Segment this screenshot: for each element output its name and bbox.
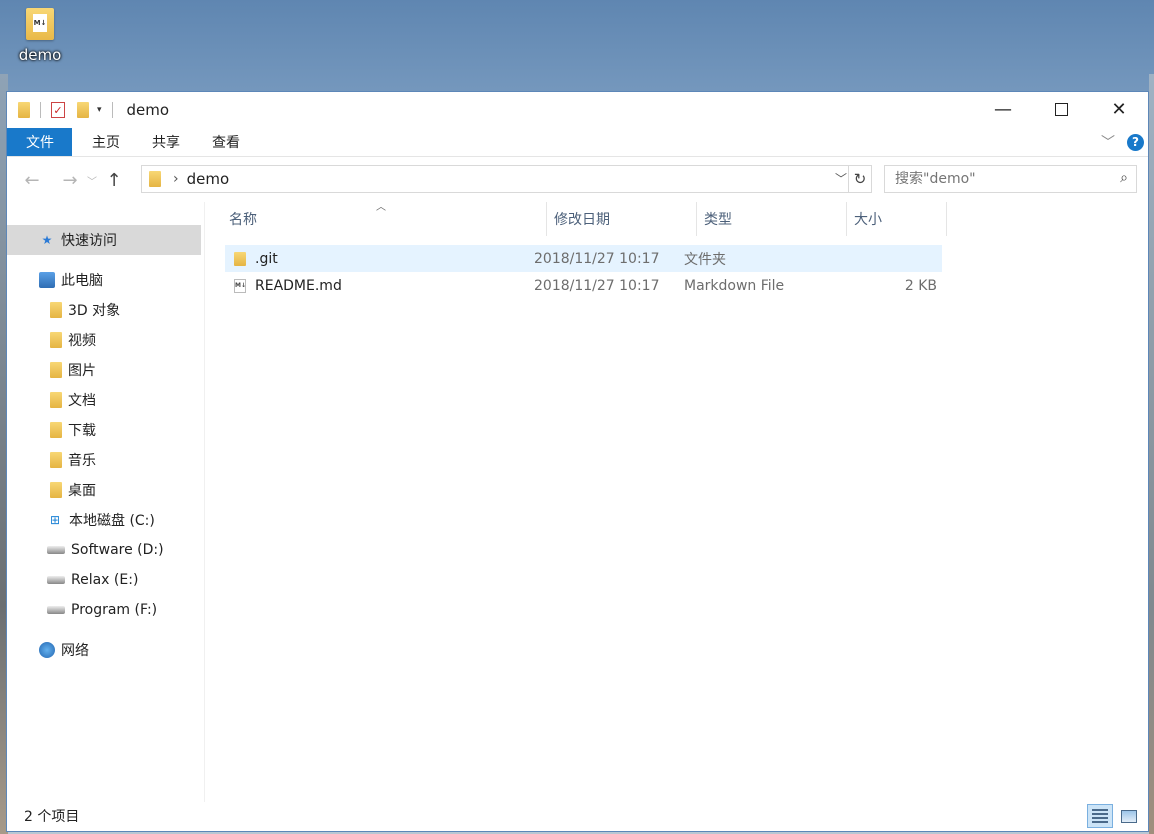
address-history-dropdown-icon[interactable]: ﹀ xyxy=(835,170,847,187)
forward-button[interactable]: → xyxy=(55,170,85,191)
sidebar-item-pictures[interactable]: 图片 xyxy=(50,355,96,385)
customize-toolbar-dropdown-icon[interactable]: ▾ xyxy=(97,105,102,115)
file-size: 2 KB xyxy=(904,277,937,294)
breadcrumb-demo[interactable]: demo xyxy=(187,170,230,188)
pictures-folder-icon xyxy=(50,362,62,378)
sidebar-item-documents[interactable]: 文档 xyxy=(50,385,96,415)
file-row[interactable]: .git 2018/11/27 10:17 文件夹 xyxy=(225,245,942,272)
file-list: ︿ 名称 修改日期 类型 大小 .git 2018/11/27 10:17 文件… xyxy=(205,202,1147,802)
documents-folder-icon xyxy=(50,392,62,408)
tab-share[interactable]: 共享 xyxy=(136,128,196,156)
address-bar[interactable]: › demo ﹀ ↻ xyxy=(141,165,872,193)
column-header-date-modified[interactable]: 修改日期 xyxy=(547,202,697,236)
drive-icon xyxy=(47,576,65,584)
file-name: README.md xyxy=(255,277,342,294)
ribbon-tabs: 文件 主页 共享 查看 ﹀ ? xyxy=(7,128,1148,157)
help-icon[interactable]: ? xyxy=(1127,133,1144,151)
tab-view[interactable]: 查看 xyxy=(196,128,256,156)
new-folder-icon[interactable] xyxy=(77,102,89,118)
music-folder-icon xyxy=(50,452,62,468)
sidebar-item-downloads[interactable]: 下载 xyxy=(50,415,96,445)
folder-icon xyxy=(234,251,246,266)
folder-icon xyxy=(18,102,30,118)
maximize-icon xyxy=(1054,102,1068,116)
view-toggle xyxy=(1087,804,1142,828)
sidebar-item-this-pc[interactable]: 此电脑 xyxy=(39,265,103,295)
markdown-file-icon: M↓ xyxy=(234,278,246,293)
sidebar-item-drive-d[interactable]: Software (D:) xyxy=(47,535,164,565)
search-input[interactable] xyxy=(893,170,1102,188)
maximize-button[interactable] xyxy=(1032,92,1090,126)
sidebar-item-videos[interactable]: 视频 xyxy=(50,325,96,355)
file-modified: 2018/11/27 10:17 xyxy=(534,277,660,294)
file-type: Markdown File xyxy=(684,277,785,294)
3d-objects-folder-icon xyxy=(50,302,62,318)
status-bar: 2 个项目 xyxy=(7,801,1148,831)
file-row[interactable]: M↓ README.md 2018/11/27 10:17 Markdown F… xyxy=(225,272,942,299)
desktop-folder-icon xyxy=(50,482,62,498)
sidebar-item-network[interactable]: 网络 xyxy=(39,635,89,665)
network-icon xyxy=(39,642,55,658)
drive-icon xyxy=(47,546,65,554)
search-box[interactable]: ⌕ xyxy=(884,165,1137,193)
explorer-window: ✓ ▾ demo — ✕ 文件 主页 共享 查看 ﹀ ? ← → ﹀ ↑ › d… xyxy=(6,91,1149,832)
drive-icon xyxy=(47,606,65,614)
folder-icon xyxy=(149,171,161,187)
refresh-button[interactable]: ↻ xyxy=(848,166,871,192)
navigation-bar: ← → ﹀ ↑ › demo ﹀ ↻ ⌕ xyxy=(7,157,1148,203)
close-button[interactable]: ✕ xyxy=(1090,92,1148,126)
desktop-icon-label: demo xyxy=(18,46,62,64)
sidebar-item-drive-e[interactable]: Relax (E:) xyxy=(47,565,138,595)
windows-drive-icon: ⊞ xyxy=(49,513,61,527)
tab-home[interactable]: 主页 xyxy=(76,128,136,156)
window-title: demo xyxy=(126,101,170,119)
file-type: 文件夹 xyxy=(684,251,726,268)
expand-ribbon-chevron-icon[interactable]: ﹀ xyxy=(1101,132,1115,152)
desktop-wallpaper-right xyxy=(1149,74,1154,834)
quick-access-toolbar: ✓ ▾ xyxy=(7,92,119,128)
item-count: 2 个项目 xyxy=(24,809,80,825)
search-icon[interactable]: ⌕ xyxy=(1120,170,1128,186)
up-button[interactable]: ↑ xyxy=(99,170,129,191)
sidebar-item-3d-objects[interactable]: 3D 对象 xyxy=(50,295,120,325)
chevron-right-icon[interactable]: › xyxy=(173,171,179,187)
downloads-folder-icon xyxy=(50,422,62,438)
sidebar-item-desktop[interactable]: 桌面 xyxy=(50,475,96,505)
recent-locations-dropdown-icon[interactable]: ﹀ xyxy=(85,173,99,188)
column-header-type[interactable]: 类型 xyxy=(697,202,847,236)
sidebar-item-music[interactable]: 音乐 xyxy=(50,445,96,475)
file-modified: 2018/11/27 10:17 xyxy=(534,250,660,267)
title-bar: ✓ ▾ demo — ✕ xyxy=(7,92,1148,128)
explorer-body: ★ 快速访问 此电脑 3D 对象 视频 图片 文档 下载 音乐 桌面 ⊞ 本地磁… xyxy=(7,202,1148,802)
large-icons-view-icon xyxy=(1121,809,1137,823)
folder-icon: M↓ xyxy=(26,8,54,40)
column-header-name[interactable]: 名称 xyxy=(222,202,547,236)
sidebar-item-drive-f[interactable]: Program (F:) xyxy=(47,595,157,625)
caption-buttons: — ✕ xyxy=(974,92,1148,126)
large-icons-view-button[interactable] xyxy=(1116,804,1142,828)
column-header-size[interactable]: 大小 xyxy=(847,202,947,236)
sidebar-item-drive-c[interactable]: ⊞ 本地磁盘 (C:) xyxy=(47,505,155,535)
desktop-icon-demo[interactable]: M↓ demo xyxy=(14,8,66,64)
properties-icon[interactable]: ✓ xyxy=(51,102,65,118)
star-icon: ★ xyxy=(41,233,53,247)
video-folder-icon xyxy=(50,332,62,348)
navigation-pane: ★ 快速访问 此电脑 3D 对象 视频 图片 文档 下载 音乐 桌面 ⊞ 本地磁… xyxy=(7,202,205,802)
details-view-icon xyxy=(1092,809,1108,823)
back-button[interactable]: ← xyxy=(17,170,47,191)
tab-file[interactable]: 文件 xyxy=(7,128,72,156)
computer-icon xyxy=(39,272,55,288)
minimize-button[interactable]: — xyxy=(974,92,1032,126)
sidebar-item-quick-access[interactable]: ★ 快速访问 xyxy=(7,225,201,255)
details-view-button[interactable] xyxy=(1087,804,1113,828)
file-name: .git xyxy=(255,250,278,267)
